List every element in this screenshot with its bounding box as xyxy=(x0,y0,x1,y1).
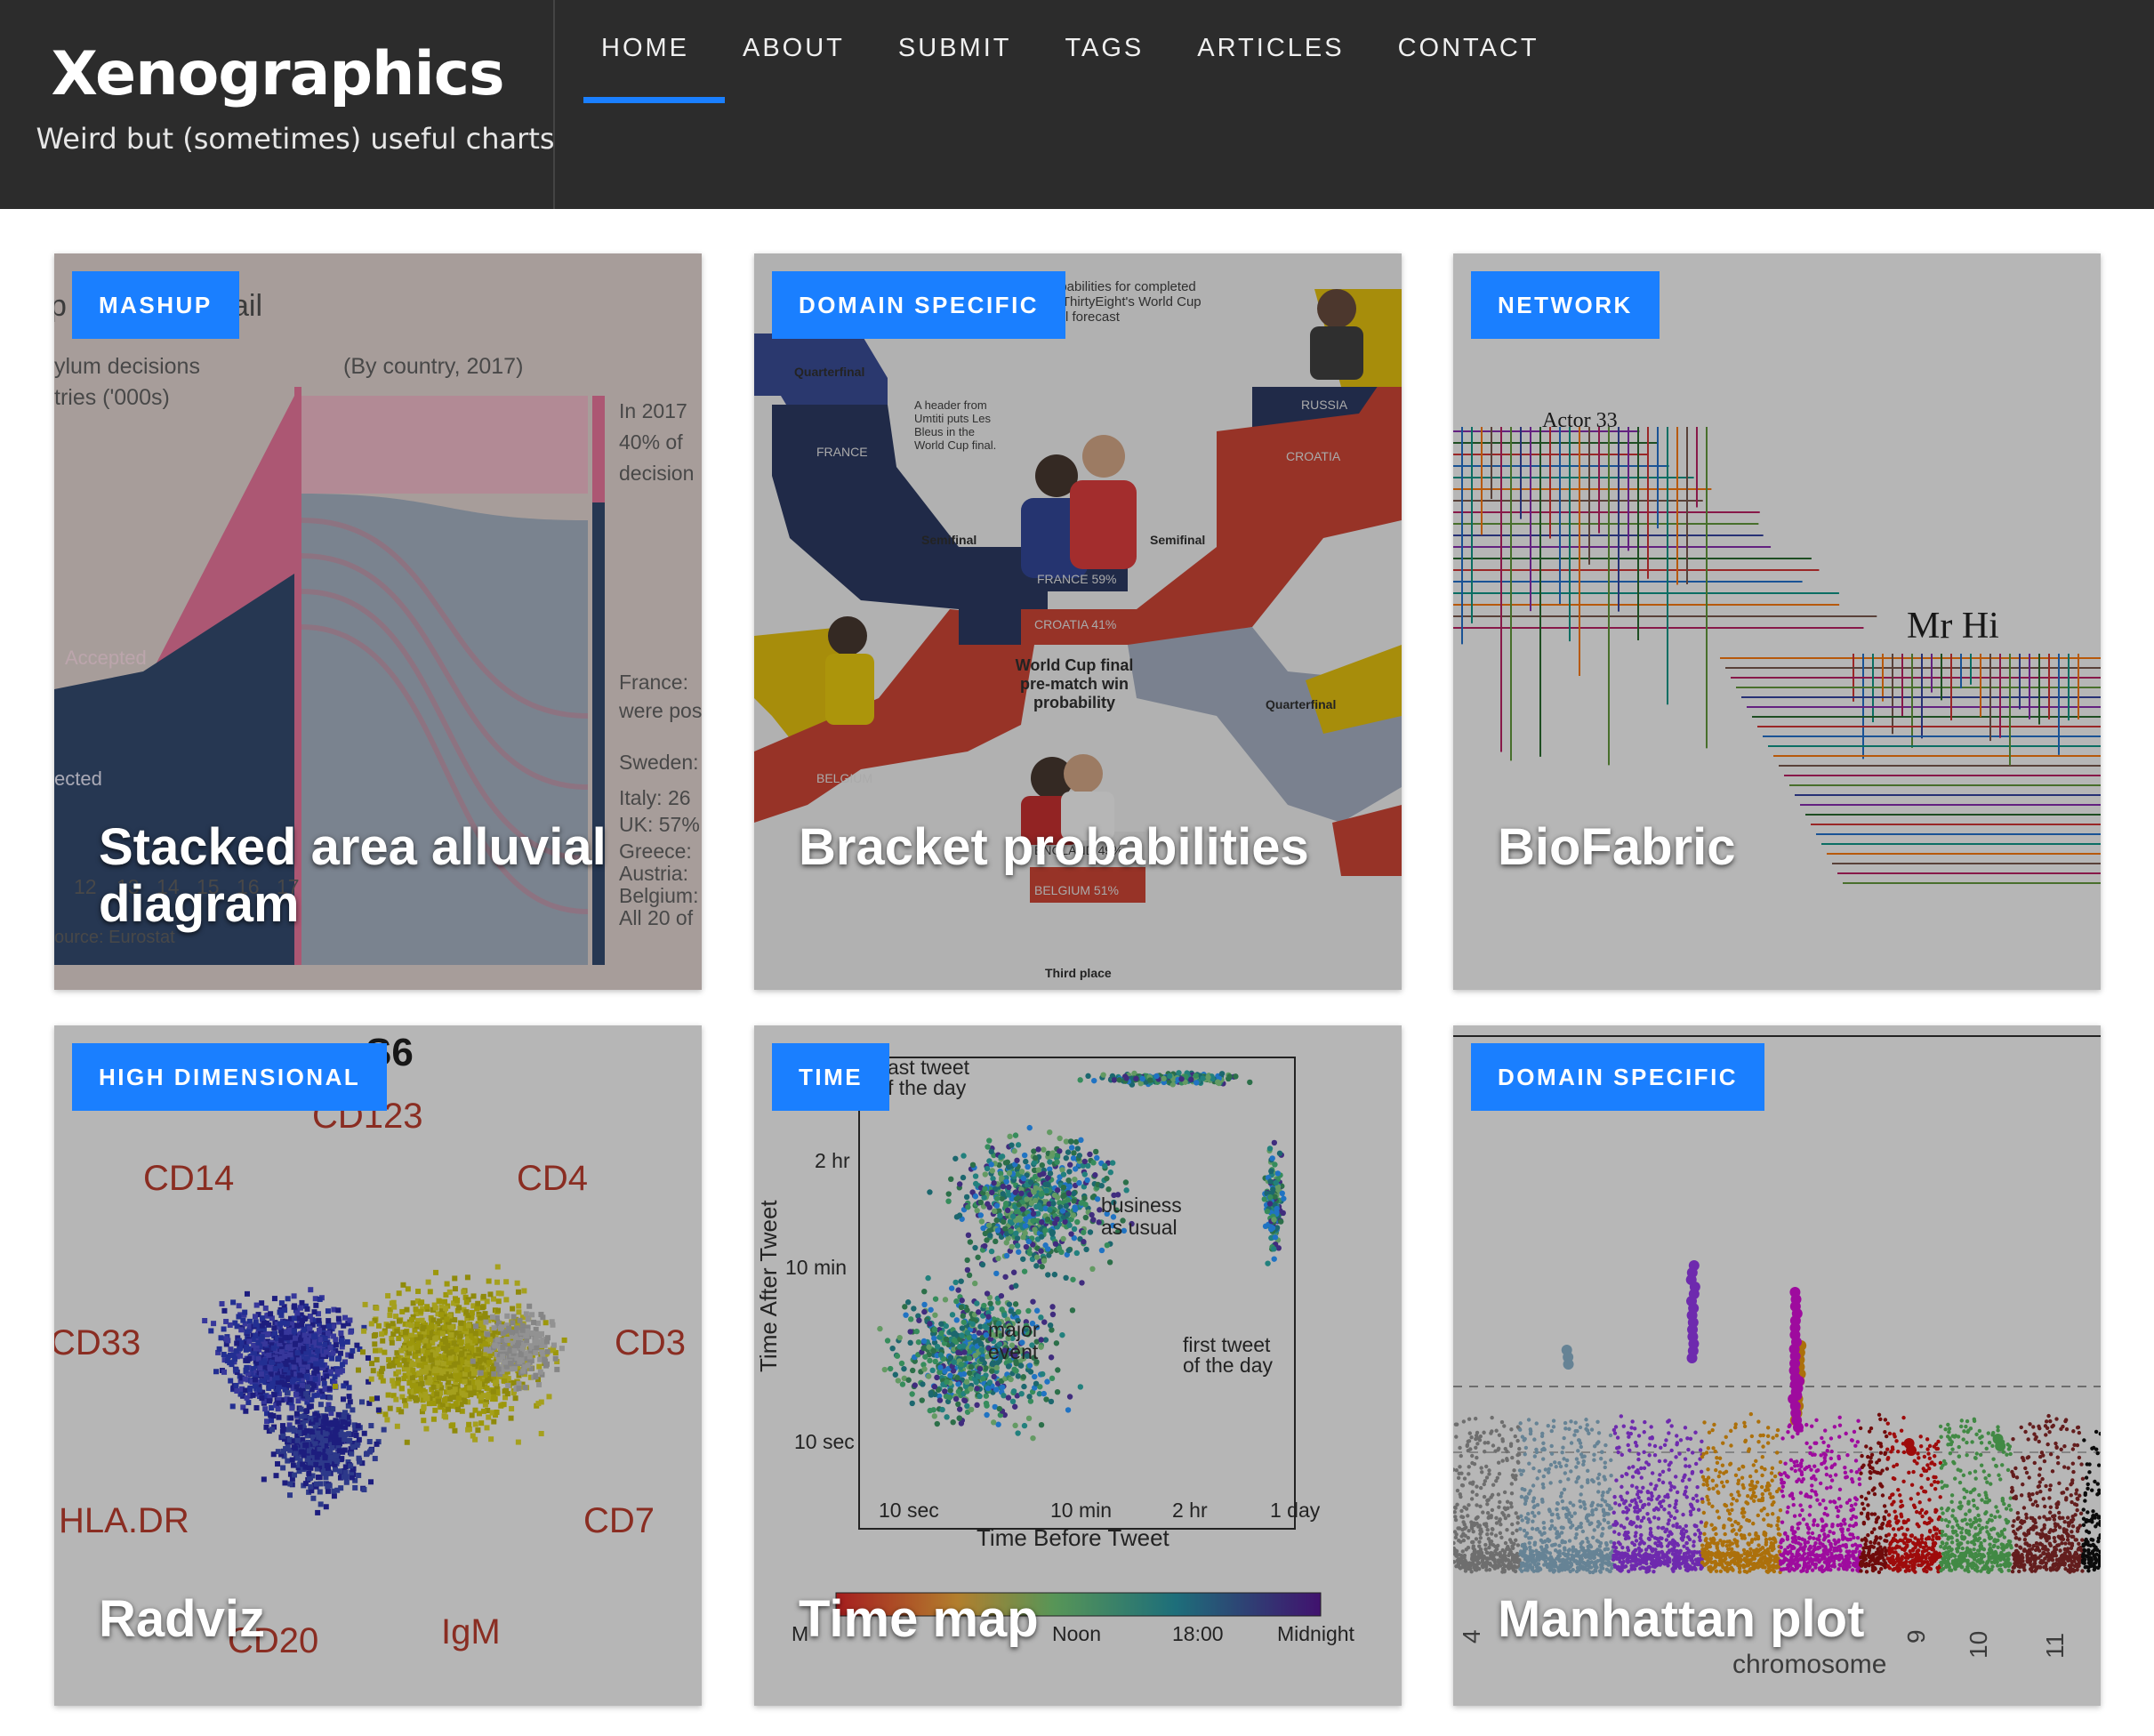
card-tag[interactable]: TIME xyxy=(772,1043,890,1111)
main-nav: HOME ABOUT SUBMIT TAGS ARTICLES CONTACT xyxy=(583,0,1575,209)
brand[interactable]: Xenographics Weird but (sometimes) usefu… xyxy=(0,0,555,209)
card-tag[interactable]: NETWORK xyxy=(1471,271,1660,339)
card-tag[interactable]: MASHUP xyxy=(72,271,239,339)
card-biofabric[interactable]: Actor 33 Mr Hi NETWORK BioFabric xyxy=(1453,253,2101,990)
site-subtitle: Weird but (sometimes) useful charts xyxy=(36,122,555,156)
card-title[interactable]: Time map xyxy=(799,1591,1366,1648)
card-stacked-area-alluvial[interactable]: p ail ylum decisions tries ('000s) (By c… xyxy=(54,253,702,990)
card-bracket-probabilities[interactable]: robabilities for completed veThirtyEight… xyxy=(754,253,1402,990)
nav-home[interactable]: HOME xyxy=(583,0,725,105)
card-title[interactable]: Radviz xyxy=(99,1591,666,1648)
card-title[interactable]: Bracket probabilities xyxy=(799,819,1366,876)
nav-contact[interactable]: CONTACT xyxy=(1380,0,1575,105)
card-title[interactable]: BioFabric xyxy=(1498,819,2065,876)
nav-tags[interactable]: TAGS xyxy=(1047,0,1179,105)
card-tag[interactable]: HIGH DIMENSIONAL xyxy=(72,1043,388,1111)
card-overlay xyxy=(754,253,1402,990)
card-overlay xyxy=(1453,253,2101,990)
nav-about[interactable]: ABOUT xyxy=(725,0,880,105)
card-time-map[interactable]: 2 hr 10 min 10 sec 10 sec 10 min 2 hr 1 … xyxy=(754,1025,1402,1706)
nav-articles[interactable]: ARTICLES xyxy=(1179,0,1379,105)
site-title[interactable]: Xenographics xyxy=(0,39,555,109)
nav-submit[interactable]: SUBMIT xyxy=(880,0,1048,105)
site-header: Xenographics Weird but (sometimes) usefu… xyxy=(0,0,2154,209)
card-tag[interactable]: DOMAIN SPECIFIC xyxy=(772,271,1066,339)
card-title[interactable]: Stacked area alluvial diagram xyxy=(99,819,666,933)
card-manhattan-plot[interactable]: 4 9 10 11 chromosome DOMAIN SPECIFIC Man… xyxy=(1453,1025,2101,1706)
card-radviz[interactable]: S6 CD123 CD14 CD4 CD33 CD3 HLA.DR CD7 CD… xyxy=(54,1025,702,1706)
